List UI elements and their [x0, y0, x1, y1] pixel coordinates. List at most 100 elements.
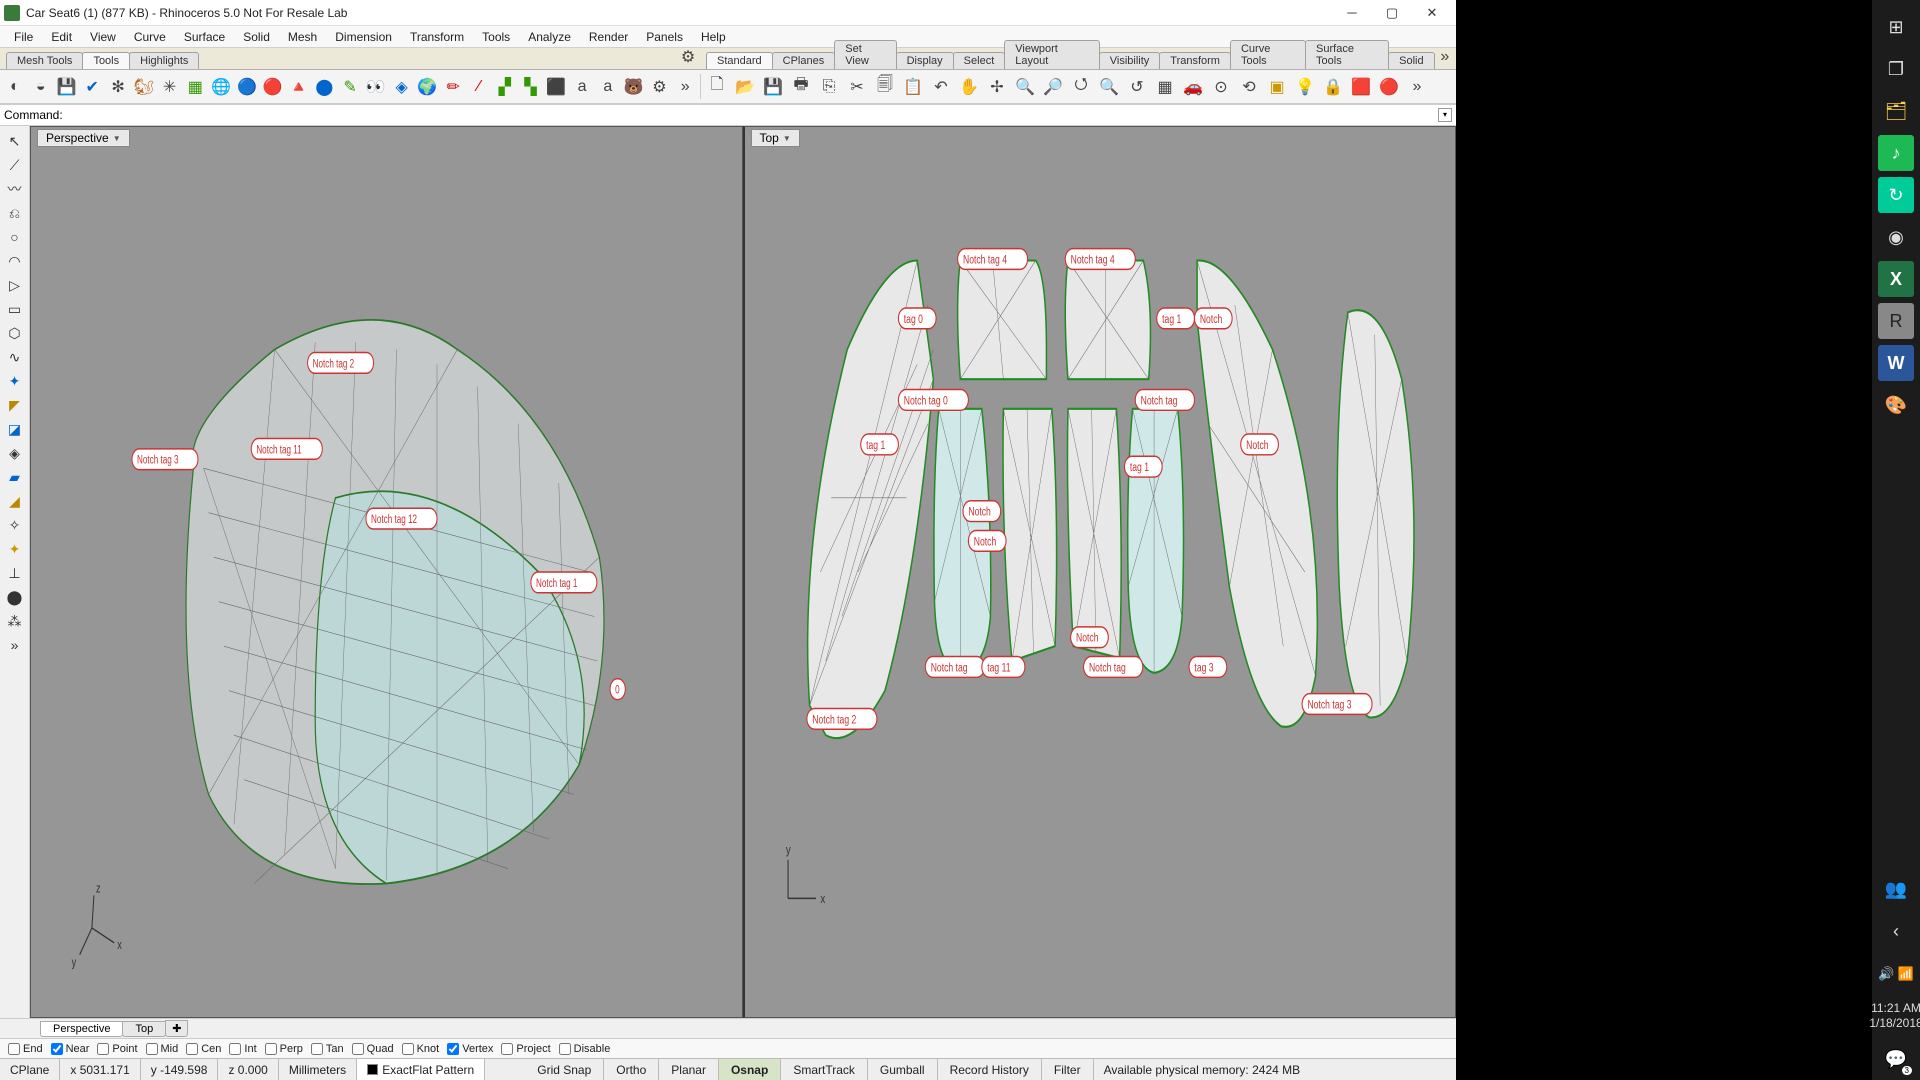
close-button[interactable]: ✕ — [1412, 0, 1452, 26]
status-layer[interactable]: ExactFlat Pattern — [357, 1059, 485, 1080]
tab-display[interactable]: Display — [896, 52, 954, 69]
pan-icon[interactable]: ✋ — [957, 75, 981, 99]
zoomwin-icon[interactable]: 🔍 — [1013, 75, 1037, 99]
tool-icon[interactable]: 🔺 — [288, 75, 310, 99]
snap-point[interactable]: Point — [97, 1043, 137, 1055]
tab-mesh-tools[interactable]: Mesh Tools — [6, 52, 83, 69]
snap-cen[interactable]: Cen — [186, 1043, 221, 1055]
circle-icon[interactable]: ○ — [4, 226, 26, 248]
tab-standard[interactable]: Standard — [706, 52, 773, 69]
paint-icon[interactable]: 🎨 — [1878, 387, 1914, 423]
status-units[interactable]: Millimeters — [279, 1059, 357, 1080]
app-icon[interactable]: ↻ — [1878, 177, 1914, 213]
command-history-icon[interactable]: ▾ — [1438, 108, 1452, 122]
tray-up-icon[interactable]: ‹ — [1878, 914, 1914, 950]
menu-surface[interactable]: Surface — [176, 28, 233, 46]
volume-icon[interactable]: 🔊 📶 — [1878, 956, 1914, 992]
tool-icon[interactable]: ✳ — [159, 75, 181, 99]
action-center-icon[interactable]: 💬3 — [1878, 1041, 1914, 1077]
tool-icon[interactable]: ◢ — [4, 490, 26, 512]
tab-surface-tools[interactable]: Surface Tools — [1305, 40, 1389, 69]
pointer-icon[interactable]: ↖ — [4, 130, 26, 152]
expand-icon[interactable]: » — [4, 634, 26, 656]
tool-icon[interactable]: ✦ — [4, 538, 26, 560]
menu-analyze[interactable]: Analyze — [520, 28, 579, 46]
minimize-button[interactable]: ─ — [1332, 0, 1372, 26]
tool-icon[interactable]: ✧ — [4, 514, 26, 536]
tool-icon[interactable]: ✔ — [81, 75, 103, 99]
overflow-icon[interactable]: » — [674, 75, 696, 99]
tab-select[interactable]: Select — [953, 52, 1006, 69]
zoomext-icon[interactable]: 🔎 — [1041, 75, 1065, 99]
tool-icon[interactable]: ◠ — [4, 250, 26, 272]
menu-panels[interactable]: Panels — [638, 28, 691, 46]
status-toggle-planar[interactable]: Planar — [659, 1059, 719, 1080]
excel-icon[interactable]: X — [1878, 261, 1914, 297]
tab-cplanes[interactable]: CPlanes — [772, 52, 836, 69]
tool-icon[interactable]: ✏ — [442, 75, 464, 99]
snap-near[interactable]: Near — [51, 1043, 90, 1055]
viewtab-top[interactable]: Top — [122, 1021, 166, 1037]
tool-icon[interactable]: 🔵 — [236, 75, 258, 99]
tool-icon[interactable]: ◐ — [4, 75, 26, 99]
snap-mid[interactable]: Mid — [146, 1043, 179, 1055]
status-toggle-grid snap[interactable]: Grid Snap — [525, 1059, 604, 1080]
rect-icon[interactable]: ▭ — [4, 298, 26, 320]
grid-icon[interactable]: ▦ — [1153, 75, 1177, 99]
tool-icon[interactable]: 🐿 — [133, 75, 155, 99]
tool-icon[interactable]: ▦ — [184, 75, 206, 99]
viewtab-perspective[interactable]: Perspective — [40, 1021, 123, 1037]
tool-icon[interactable]: 🌐 — [210, 75, 232, 99]
tool-icon[interactable]: ⟲ — [1237, 75, 1261, 99]
tab-viewport-layout[interactable]: Viewport Layout — [1004, 40, 1099, 69]
tool-icon[interactable]: 🌍 — [417, 75, 439, 99]
tab-visibility[interactable]: Visibility — [1099, 52, 1161, 69]
snap-quad[interactable]: Quad — [352, 1043, 394, 1055]
tool-icon[interactable]: ✦ — [4, 370, 26, 392]
tab-tools[interactable]: Tools — [82, 52, 130, 69]
tool-icon[interactable]: ⟋ — [4, 154, 26, 176]
tool-icon[interactable]: a — [597, 75, 619, 99]
menu-render[interactable]: Render — [581, 28, 636, 46]
menu-tools[interactable]: Tools — [474, 28, 518, 46]
snap-int[interactable]: Int — [229, 1043, 256, 1055]
tool-icon[interactable]: ↺ — [1125, 75, 1149, 99]
menu-transform[interactable]: Transform — [402, 28, 472, 46]
tab-setview[interactable]: Set View — [834, 40, 896, 69]
tool-icon[interactable]: ⁄ — [468, 75, 490, 99]
menu-curve[interactable]: Curve — [126, 28, 174, 46]
tab-solid[interactable]: Solid — [1388, 52, 1434, 69]
status-toggle-record history[interactable]: Record History — [938, 1059, 1042, 1080]
snap-end[interactable]: End — [8, 1043, 43, 1055]
snap-perp[interactable]: Perp — [265, 1043, 303, 1055]
snap-project[interactable]: Project — [501, 1043, 550, 1055]
tool-icon[interactable]: ⬡ — [4, 322, 26, 344]
menu-view[interactable]: View — [82, 28, 124, 46]
tool-icon[interactable]: 🔴 — [262, 75, 284, 99]
save-icon[interactable]: 💾 — [761, 75, 785, 99]
tool-icon[interactable]: ⊥ — [4, 562, 26, 584]
tool-icon[interactable]: ∿ — [4, 346, 26, 368]
people-icon[interactable]: 👥 — [1878, 872, 1914, 908]
tool-icon[interactable]: 🔴 — [1377, 75, 1401, 99]
viewport-top[interactable]: Top▼ — [743, 126, 1457, 1018]
overflow-icon[interactable]: » — [1405, 75, 1429, 99]
tool-icon[interactable]: ◤ — [4, 394, 26, 416]
tool-icon[interactable]: ⎌ — [4, 202, 26, 224]
new-icon[interactable]: 🗋 — [705, 75, 729, 99]
explorer-icon[interactable]: 🗂 — [1878, 93, 1914, 129]
copy-icon[interactable]: ⎘ — [817, 75, 841, 99]
word-icon[interactable]: W — [1878, 345, 1914, 381]
spotify-icon[interactable]: ♪ — [1878, 135, 1914, 171]
maximize-button[interactable]: ▢ — [1372, 0, 1412, 26]
paste-icon[interactable]: 📋 — [901, 75, 925, 99]
menu-mesh[interactable]: Mesh — [280, 28, 325, 46]
status-toggle-osnap[interactable]: Osnap — [719, 1059, 781, 1080]
snap-vertex[interactable]: Vertex — [447, 1043, 493, 1055]
tool-icon[interactable]: ▣ — [1265, 75, 1289, 99]
tool-icon[interactable]: ⬤ — [4, 586, 26, 608]
status-toggle-smarttrack[interactable]: SmartTrack — [781, 1059, 868, 1080]
tool-icon[interactable]: ⊙ — [1209, 75, 1233, 99]
tool-icon[interactable]: 〰 — [4, 178, 26, 200]
undo-icon[interactable]: ↶ — [929, 75, 953, 99]
